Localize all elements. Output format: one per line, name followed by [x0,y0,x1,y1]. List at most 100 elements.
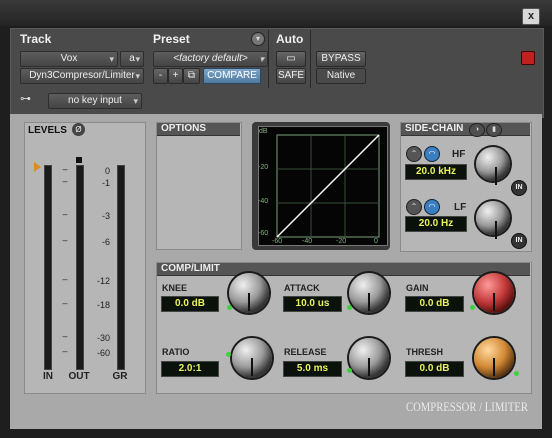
lf-filter-type-icon[interactable]: ⌃ [406,199,422,215]
release-value[interactable]: 5.0 ms [283,361,342,377]
graph-y-tick-20: -20 [258,164,269,171]
channel-selector[interactable]: a [120,51,144,67]
hf-label: HF [452,149,466,160]
tick-mark: – [62,209,68,219]
lf-value[interactable]: 20.0 Hz [405,216,467,232]
divider [310,30,311,88]
title-bar [0,0,552,26]
release-knob[interactable] [349,338,389,378]
lf-in-button[interactable]: IN [511,233,527,249]
attack-label: ATTACK [284,283,320,293]
options-title: OPTIONS [157,123,240,136]
graph-x-tick-0: 0 [374,238,378,245]
scale-30: -30 [96,333,110,343]
insert-selector[interactable]: Dyn3Compresor/Limiter [20,68,144,84]
output-clip-indicator [76,157,82,163]
hf-value[interactable]: 20.0 kHz [405,164,467,180]
scale-60: -60 [96,348,110,358]
output-meter [76,165,84,370]
graph-x-tick-60: -60 [272,238,283,245]
graph-x-tick-40: -40 [302,238,313,245]
hf-knob[interactable] [476,147,510,185]
tick-mark: – [62,298,68,308]
gr-meter-label: GR [112,371,128,382]
gain-value[interactable]: 0.0 dB [405,296,464,312]
preset-selector[interactable]: <factory default> [153,51,268,67]
bypass-button[interactable]: BYPASS [316,51,366,67]
scale-1: -1 [101,178,110,188]
automation-window-icon[interactable]: ▭ [276,51,306,67]
hf-in-button[interactable]: IN [511,180,527,196]
levels-panel [24,122,146,394]
ratio-label: RATIO [162,347,190,357]
close-button[interactable]: x [522,8,540,25]
tick-mark: – [62,274,68,284]
scale-0: 0 [104,166,110,176]
safe-button[interactable]: SAFE [276,68,306,84]
thresh-value[interactable]: 0.0 dB [405,361,464,377]
track-title: Track [20,32,52,46]
gain-reduction-meter [117,165,125,370]
auto-title: Auto [276,32,304,46]
graph-x-tick-20: -20 [336,238,347,245]
thresh-led [514,371,519,376]
tick-mark: – [62,346,68,356]
knee-value[interactable]: 0.0 dB [161,296,219,312]
track-selector[interactable]: Vox [20,51,118,67]
release-led [347,368,352,373]
scale-6: -6 [101,237,110,247]
phase-invert-icon[interactable]: Ø [72,123,85,136]
thresh-knob[interactable] [474,338,514,378]
external-key-icon[interactable]: ▮ [486,123,502,137]
release-label: RELEASE [284,347,327,357]
ratio-led [226,352,231,357]
gain-led [470,305,475,310]
comp-limit-title: COMP/LIMIT [157,263,530,276]
output-meter-label: OUT [68,371,90,382]
scale-18: -18 [96,300,110,310]
tick-mark: – [62,176,68,186]
preset-title: Preset [153,32,190,46]
tick-mark: – [62,164,68,174]
attack-led [347,305,352,310]
product-name: COMPRESSOR / LIMITER [405,399,528,414]
copy-settings-icon[interactable]: ⧉ [183,68,200,84]
key-listen-icon[interactable]: ◑ [469,123,485,137]
sidechain-title: SIDE-CHAIN [401,123,530,136]
attack-knob[interactable] [349,273,389,313]
lf-label: LF [454,202,467,213]
thresh-label: THRESH [406,347,444,357]
compare-button[interactable]: COMPARE [203,68,261,84]
hf-enable-icon[interactable]: ◠ [424,146,440,162]
gain-label: GAIN [406,283,429,293]
ratio-value[interactable]: 2.0:1 [161,361,219,377]
scale-12: -12 [96,276,110,286]
levels-title: LEVELS [28,125,67,136]
transfer-curve [276,134,380,238]
preset-next-button[interactable]: + [168,68,183,84]
options-panel [156,122,242,250]
preset-previous-button[interactable]: - [153,68,168,84]
attack-value[interactable]: 10.0 us [283,296,342,312]
input-meter-label: IN [43,371,53,382]
graph-y-unit: dB [259,128,268,135]
divider [268,30,269,88]
graph-y-tick-60: -60 [258,230,269,237]
hf-filter-type-icon[interactable]: ⌃ [406,146,422,162]
knee-knob[interactable] [229,273,269,313]
tick-mark: – [62,235,68,245]
lf-enable-icon[interactable]: ◠ [424,199,440,215]
scale-3: -3 [101,211,110,221]
ratio-knob[interactable] [232,338,272,378]
preset-menu-icon[interactable]: ▾ [251,32,265,46]
key-input-selector[interactable]: no key input [48,93,142,109]
key-icon: ⊶ [20,93,31,105]
transfer-graph [258,126,388,246]
clip-indicator-icon[interactable] [521,51,535,65]
gain-knob[interactable] [474,273,514,313]
graph-y-tick-40: -40 [258,198,269,205]
knee-label: KNEE [162,283,188,293]
lf-knob[interactable] [476,201,510,239]
format-label: Native [316,68,366,84]
threshold-marker-icon [34,162,41,172]
